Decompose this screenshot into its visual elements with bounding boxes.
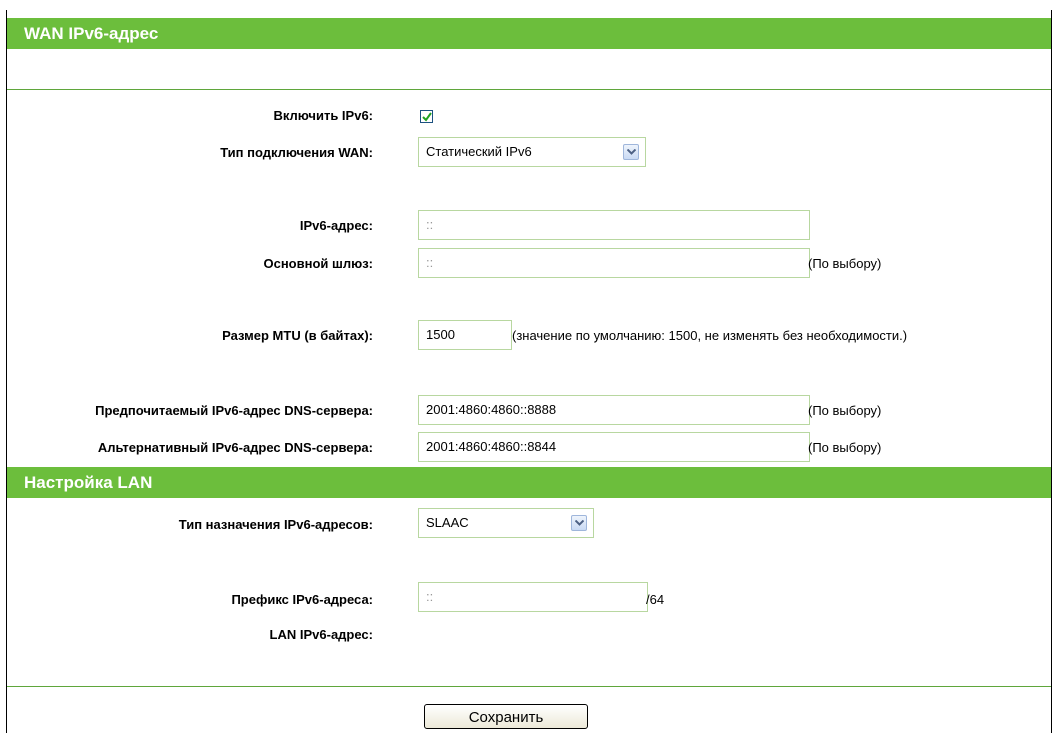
save-button[interactable]: Сохранить bbox=[424, 704, 588, 729]
dropdown-arrow[interactable] bbox=[623, 144, 639, 160]
prefix-input[interactable]: :: bbox=[418, 582, 648, 612]
wan-conn-type-value: Статический IPv6 bbox=[426, 144, 532, 159]
mtu-input[interactable]: 1500 bbox=[418, 320, 512, 350]
ipv6-addr-input[interactable]: :: bbox=[418, 210, 810, 240]
gateway-input[interactable]: :: bbox=[418, 248, 810, 278]
assign-type-value: SLAAC bbox=[426, 515, 469, 530]
enable-ipv6-label: Включить IPv6: bbox=[273, 108, 374, 123]
mtu-label: Размер MTU (в байтах): bbox=[222, 328, 373, 343]
dns2-input[interactable]: 2001:4860:4860::8844 bbox=[418, 432, 810, 462]
wan-divider bbox=[7, 89, 1051, 90]
wan-conn-type-label: Тип подключения WAN: bbox=[220, 145, 373, 160]
dns1-optional-note: (По выбору) bbox=[808, 403, 882, 418]
wan-section-header: WAN IPv6-адрес bbox=[7, 18, 1051, 49]
ipv6-addr-label: IPv6-адрес: bbox=[299, 218, 373, 233]
wan-conn-type-select[interactable]: Статический IPv6 bbox=[418, 137, 646, 167]
check-icon bbox=[422, 112, 432, 122]
enable-ipv6-checkbox[interactable] bbox=[420, 110, 433, 123]
wan-section-title: WAN IPv6-адрес bbox=[24, 24, 159, 43]
chevron-down-icon bbox=[575, 520, 584, 526]
lan-section-title: Настройка LAN bbox=[24, 473, 153, 492]
dropdown-arrow[interactable] bbox=[571, 515, 587, 531]
assign-type-select[interactable]: SLAAC bbox=[418, 508, 594, 538]
prefix-label: Префикс IPv6-адреса: bbox=[231, 592, 373, 607]
lan-section-header: Настройка LAN bbox=[7, 467, 1051, 498]
footer-divider bbox=[7, 686, 1051, 687]
gateway-optional-note: (По выбору) bbox=[808, 256, 882, 271]
mtu-note: (значение по умолчанию: 1500, не изменят… bbox=[512, 328, 908, 343]
assign-type-label: Тип назначения IPv6-адресов: bbox=[178, 517, 373, 532]
dns1-label: Предпочитаемый IPv6-адрес DNS-сервера: bbox=[95, 403, 373, 418]
dns2-optional-note: (По выбору) bbox=[808, 440, 882, 455]
gateway-label: Основной шлюз: bbox=[263, 256, 373, 271]
dns2-label: Альтернативный IPv6-адрес DNS-сервера: bbox=[97, 440, 373, 455]
dns1-input[interactable]: 2001:4860:4860::8888 bbox=[418, 395, 810, 425]
lan-ipv6-addr-label: LAN IPv6-адрес: bbox=[269, 627, 373, 642]
chevron-down-icon bbox=[627, 149, 636, 155]
prefix-suffix: /64 bbox=[646, 592, 665, 607]
